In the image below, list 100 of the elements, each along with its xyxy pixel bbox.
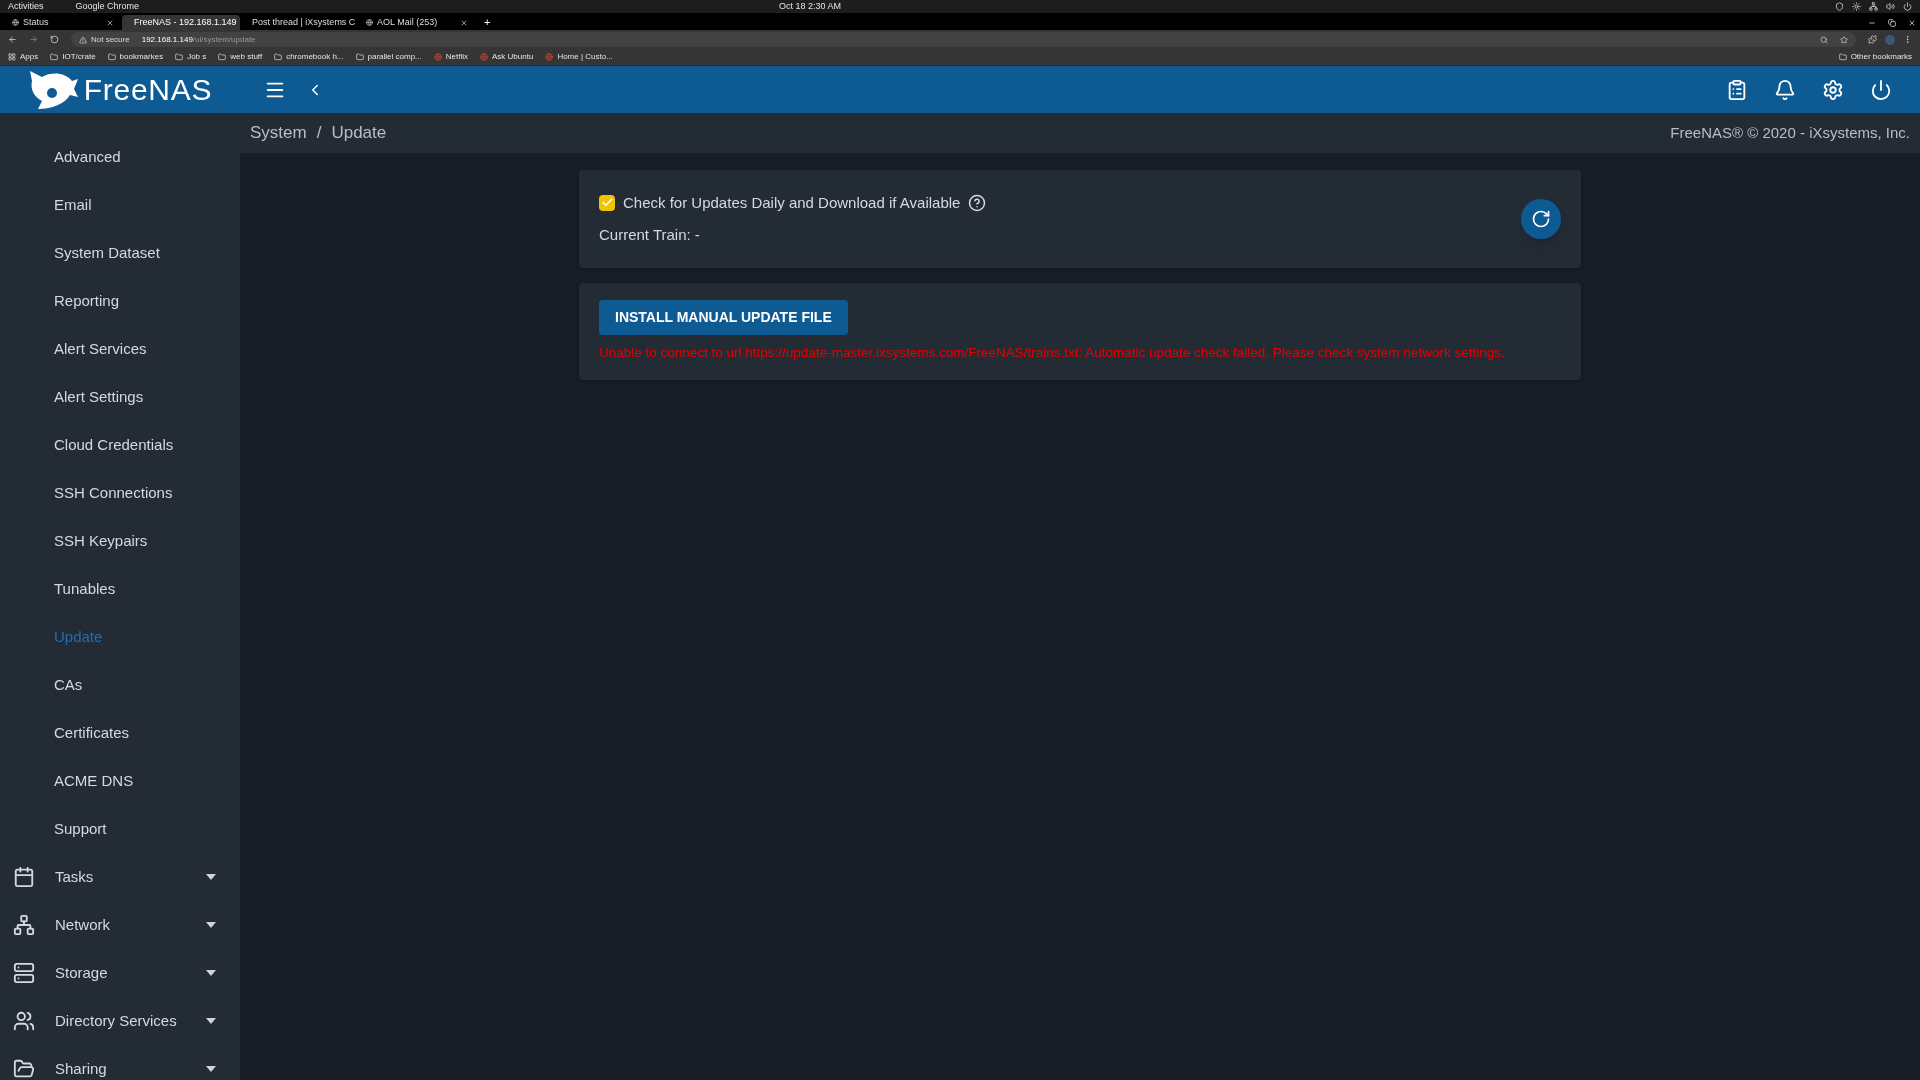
tab-title: FreeNAS - 192.168.1.149 (134, 15, 237, 29)
sidebar-item[interactable]: CAs (0, 661, 240, 709)
breadcrumb-link[interactable]: Update (331, 120, 387, 146)
shield-icon[interactable] (1835, 2, 1844, 11)
address-field[interactable]: Not secure 192.168.1.149/ui/system/update (71, 32, 1856, 47)
site-icon (12, 19, 19, 26)
folder-icon (107, 53, 116, 61)
sidebar-item[interactable]: System Dataset (0, 229, 240, 277)
security-label: Not secure (91, 33, 130, 46)
refresh-button[interactable] (1521, 199, 1561, 239)
bookmark-link[interactable]: parallel comp... (367, 51, 422, 63)
clock: Oct 18 2:30 AM (779, 0, 842, 13)
sidebar-item[interactable]: Tasks (0, 853, 240, 901)
current-train-text: Current Train: - (599, 225, 701, 245)
sidebar-item[interactable]: Alert Services (0, 325, 240, 373)
new-tab-button[interactable]: + (484, 15, 491, 30)
folder-icon (13, 1058, 35, 1080)
tab-title: Status (23, 15, 49, 29)
browser-tab[interactable]: AOL Mail (253) (358, 15, 476, 30)
sidebar-item[interactable]: SSH Connections (0, 469, 240, 517)
activities-button[interactable]: Activities (8, 0, 44, 14)
sidebar-item[interactable]: Alert Settings (0, 373, 240, 421)
forward-icon[interactable] (29, 35, 38, 44)
folder-icon (218, 53, 227, 61)
site-icon (433, 53, 442, 61)
url-text: 192.168.1.149/ui/system/update (141, 33, 256, 46)
brightness-icon[interactable] (1852, 2, 1861, 11)
site-icon (480, 53, 488, 61)
sidebar-item[interactable]: Certificates (0, 709, 240, 757)
caret-icon (206, 1066, 216, 1072)
app-menu[interactable]: Google Chrome (75, 0, 140, 14)
install-manual-update-button[interactable]: INSTALL MANUAL UPDATE FILE (599, 299, 848, 335)
power-icon[interactable] (1870, 78, 1892, 101)
bookmark-star-icon[interactable] (1840, 35, 1848, 44)
caret-icon (206, 922, 216, 928)
bookmark-link[interactable]: Other bookmarks (1850, 51, 1912, 63)
network-icon (13, 914, 35, 936)
sidebar-item[interactable]: Advanced (0, 133, 240, 181)
bookmark-link[interactable]: IOT/crate (62, 51, 96, 63)
sidebar-item[interactable]: Support (0, 805, 240, 853)
error-message: Unable to connect to url https://update-master.ixsystems.com/FreeNAS/trains.txt: Automatic update check failed. Please check system network settings. (599, 343, 1506, 362)
folder-icon (355, 53, 364, 61)
extensions-icon[interactable] (1868, 35, 1877, 44)
sidebar-item[interactable]: Email (0, 181, 240, 229)
minimize-icon[interactable] (1868, 19, 1876, 27)
browser-tab[interactable]: Post thread | iXsystems C (240, 15, 358, 30)
calendar-icon (13, 866, 35, 888)
notifications-icon[interactable] (1774, 78, 1796, 101)
sidebar-item[interactable]: Storage (0, 949, 240, 997)
caret-icon (206, 874, 216, 880)
site-icon (366, 19, 373, 26)
sidebar-item[interactable]: Tunables (0, 565, 240, 613)
restore-icon[interactable] (1888, 19, 1896, 27)
bookmark-link[interactable]: web stuff (230, 51, 263, 63)
sidebar-item[interactable]: Cloud Credentials (0, 421, 240, 469)
caret-icon (206, 1018, 216, 1024)
settings-icon[interactable] (1822, 78, 1844, 101)
checkbox-label: Check for Updates Daily and Download if Available (623, 192, 961, 213)
close-icon[interactable] (1908, 19, 1916, 27)
bookmark-link[interactable]: Home | Custo... (557, 51, 613, 63)
close-icon[interactable] (460, 18, 468, 27)
folder-icon (274, 53, 283, 61)
breadcrumb-separator: / (316, 122, 322, 145)
bookmark-link[interactable]: bookmarkes (119, 51, 164, 63)
help-icon[interactable] (968, 193, 987, 212)
browser-tab[interactable]: Status (4, 15, 122, 30)
bookmark-link[interactable]: Apps (20, 51, 39, 63)
sidebar-item[interactable]: Reporting (0, 277, 240, 325)
zoom-icon[interactable] (1820, 35, 1828, 44)
volume-icon[interactable] (1886, 2, 1895, 11)
sidebar-item[interactable]: ACME DNS (0, 757, 240, 805)
tab-title: AOL Mail (253) (377, 15, 438, 29)
folder-icon (175, 53, 184, 61)
bookmark-link[interactable]: Ask Ubuntu (492, 51, 534, 63)
folder-icon (1838, 53, 1847, 61)
tab-title: Post thread | iXsystems C (252, 15, 356, 29)
bookmark-link[interactable]: chromebook h... (286, 51, 344, 63)
browser-tab[interactable]: FreeNAS - 192.168.1.149 (122, 15, 240, 30)
bookmark-link[interactable]: Job s (187, 51, 207, 63)
sidebar-item[interactable]: Sharing (0, 1045, 240, 1080)
warning-icon (79, 35, 87, 44)
server-icon (13, 962, 35, 984)
power-icon[interactable] (1903, 2, 1912, 11)
folder-icon (50, 53, 59, 61)
breadcrumb-link[interactable]: System (250, 120, 307, 146)
site-icon (545, 53, 554, 61)
menu-icon[interactable] (1903, 35, 1912, 44)
reload-icon[interactable] (50, 35, 59, 44)
checkbox[interactable] (599, 194, 615, 211)
logo-text: FreeNAS (83, 72, 213, 108)
close-icon[interactable] (106, 18, 114, 27)
people-icon (13, 1010, 35, 1032)
task-list-icon[interactable] (1726, 78, 1748, 101)
sidebar-item[interactable]: Directory Services (0, 997, 240, 1045)
caret-icon (206, 970, 216, 976)
sidebar-item[interactable]: SSH Keypairs (0, 517, 240, 565)
network-icon[interactable] (1869, 2, 1878, 11)
sidebar-item[interactable]: Network (0, 901, 240, 949)
bookmark-link[interactable]: Netflix (445, 51, 468, 63)
back-icon[interactable] (8, 35, 17, 44)
